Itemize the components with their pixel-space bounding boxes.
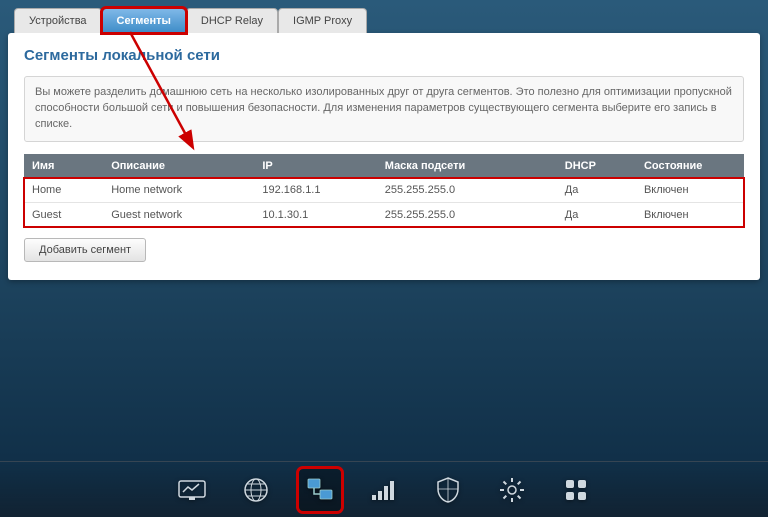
cell-ip: 192.168.1.1 bbox=[254, 178, 376, 203]
dock-network-icon[interactable] bbox=[299, 469, 341, 511]
segments-panel: Сегменты локальной сети Вы можете раздел… bbox=[8, 33, 760, 280]
dock-gear-icon[interactable] bbox=[491, 469, 533, 511]
cell-desc: Guest network bbox=[103, 202, 254, 227]
header-ip: IP bbox=[254, 154, 376, 178]
cell-state: Включен bbox=[636, 178, 744, 203]
table-body: Home Home network 192.168.1.1 255.255.25… bbox=[24, 178, 744, 228]
table-header-row: Имя Описание IP Маска подсети DHCP Состо… bbox=[24, 154, 744, 178]
cell-dhcp: Да bbox=[557, 178, 636, 203]
header-state: Состояние bbox=[636, 154, 744, 178]
cell-state: Включен bbox=[636, 202, 744, 227]
header-dhcp: DHCP bbox=[557, 154, 636, 178]
dock-apps-icon[interactable] bbox=[555, 469, 597, 511]
segments-table: Имя Описание IP Маска подсети DHCP Состо… bbox=[24, 154, 744, 228]
add-segment-button[interactable]: Добавить сегмент bbox=[24, 238, 146, 262]
dock-signal-icon[interactable] bbox=[363, 469, 405, 511]
dock-monitor-icon[interactable] bbox=[171, 469, 213, 511]
panel-title: Сегменты локальной сети bbox=[24, 47, 744, 64]
cell-mask: 255.255.255.0 bbox=[377, 178, 557, 203]
dock bbox=[0, 461, 768, 517]
cell-mask: 255.255.255.0 bbox=[377, 202, 557, 227]
cell-name: Guest bbox=[24, 202, 103, 227]
cell-ip: 10.1.30.1 bbox=[254, 202, 376, 227]
table-row[interactable]: Home Home network 192.168.1.1 255.255.25… bbox=[24, 178, 744, 203]
dock-globe-icon[interactable] bbox=[235, 469, 277, 511]
header-name: Имя bbox=[24, 154, 103, 178]
tab-bar: Устройства Сегменты DHCP Relay IGMP Prox… bbox=[14, 8, 760, 33]
cell-name: Home bbox=[24, 178, 103, 203]
header-description: Описание bbox=[103, 154, 254, 178]
cell-desc: Home network bbox=[103, 178, 254, 203]
tab-devices[interactable]: Устройства bbox=[14, 8, 102, 33]
dock-shield-icon[interactable] bbox=[427, 469, 469, 511]
tab-dhcp-relay[interactable]: DHCP Relay bbox=[186, 8, 278, 33]
panel-description: Вы можете разделить домашнюю сеть на нес… bbox=[24, 76, 744, 142]
tab-igmp-proxy[interactable]: IGMP Proxy bbox=[278, 8, 367, 33]
header-mask: Маска подсети bbox=[377, 154, 557, 178]
tab-segments[interactable]: Сегменты bbox=[102, 8, 186, 33]
cell-dhcp: Да bbox=[557, 202, 636, 227]
table-row[interactable]: Guest Guest network 10.1.30.1 255.255.25… bbox=[24, 202, 744, 227]
